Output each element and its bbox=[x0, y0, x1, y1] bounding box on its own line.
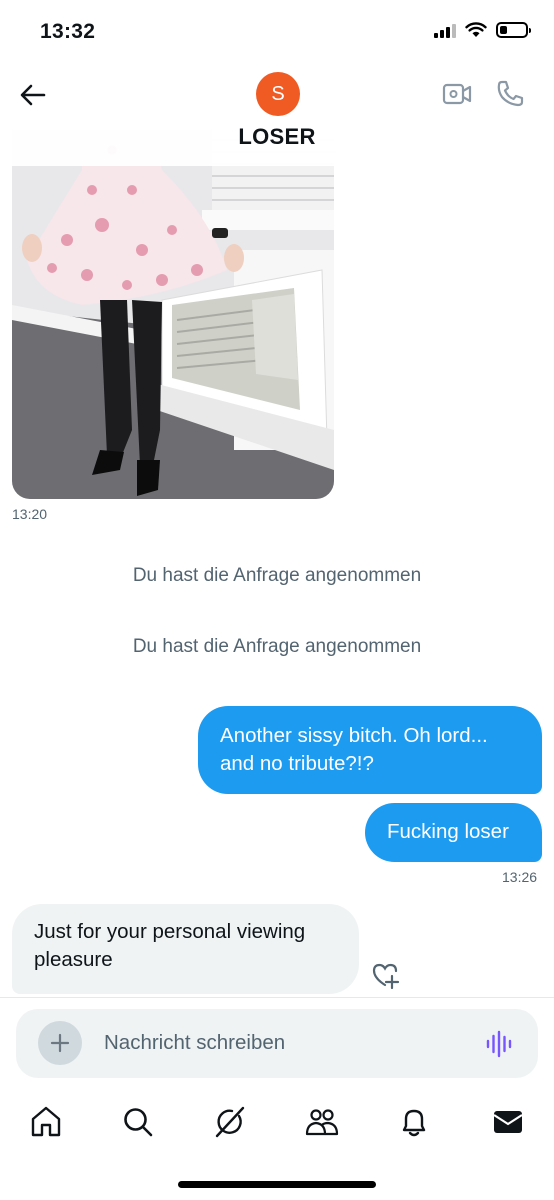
status-time: 13:32 bbox=[40, 20, 96, 43]
message-text-line: Just for your personal viewing bbox=[34, 920, 306, 943]
image-message[interactable] bbox=[12, 130, 334, 499]
back-arrow-icon[interactable] bbox=[16, 78, 50, 112]
message-timestamp: 13:26 bbox=[502, 869, 538, 885]
status-bar: 13:32 bbox=[0, 0, 554, 66]
avatar-letter: S bbox=[271, 82, 285, 105]
status-icons bbox=[434, 22, 531, 38]
message-text-line: Another sissy bitch. Oh lord... bbox=[220, 724, 488, 747]
add-reaction-heart-icon[interactable] bbox=[371, 960, 401, 990]
plus-icon bbox=[50, 1033, 70, 1053]
outgoing-message-bubble[interactable]: Fucking loser bbox=[365, 803, 542, 862]
bell-icon[interactable] bbox=[396, 1104, 432, 1140]
communities-icon[interactable] bbox=[304, 1104, 340, 1140]
grok-icon[interactable] bbox=[212, 1104, 248, 1140]
message-composer bbox=[16, 1009, 538, 1078]
mail-icon[interactable] bbox=[490, 1104, 526, 1140]
home-icon[interactable] bbox=[28, 1104, 64, 1140]
search-icon[interactable] bbox=[120, 1104, 156, 1140]
voice-message-icon[interactable] bbox=[484, 1029, 514, 1059]
conversation-title[interactable]: LOSER bbox=[0, 124, 554, 150]
message-text-line: pleasure bbox=[34, 948, 113, 971]
bottom-navigation bbox=[0, 1092, 554, 1154]
add-attachment-button[interactable] bbox=[38, 1021, 82, 1065]
phone-call-icon[interactable] bbox=[494, 78, 526, 110]
image-message-photo bbox=[12, 130, 334, 499]
outgoing-message-bubble[interactable]: Another sissy bitch. Oh lord... and no t… bbox=[198, 706, 542, 794]
incoming-message-bubble[interactable]: Just for your personal viewing pleasure bbox=[12, 904, 359, 994]
message-timestamp: 13:20 bbox=[12, 506, 48, 522]
cellular-signal-icon bbox=[434, 22, 456, 38]
message-text-line: and no tribute?!? bbox=[220, 752, 374, 775]
video-call-icon[interactable] bbox=[441, 78, 473, 110]
battery-level bbox=[500, 26, 507, 34]
battery-icon bbox=[496, 22, 531, 38]
message-text: Fucking loser bbox=[387, 820, 509, 843]
wifi-icon bbox=[465, 22, 487, 37]
system-message: Du hast die Anfrage angenommen bbox=[132, 636, 422, 657]
system-message: Du hast die Anfrage angenommen bbox=[132, 565, 422, 586]
home-indicator bbox=[178, 1181, 376, 1188]
avatar[interactable]: S bbox=[256, 72, 300, 116]
message-input[interactable] bbox=[104, 1027, 444, 1059]
composer-divider bbox=[0, 997, 554, 998]
conversation-header: S LOSER bbox=[0, 66, 554, 166]
dm-conversation-screen: 13:32 13:20 S LOSER Du hast die Anfrage … bbox=[0, 0, 554, 1200]
